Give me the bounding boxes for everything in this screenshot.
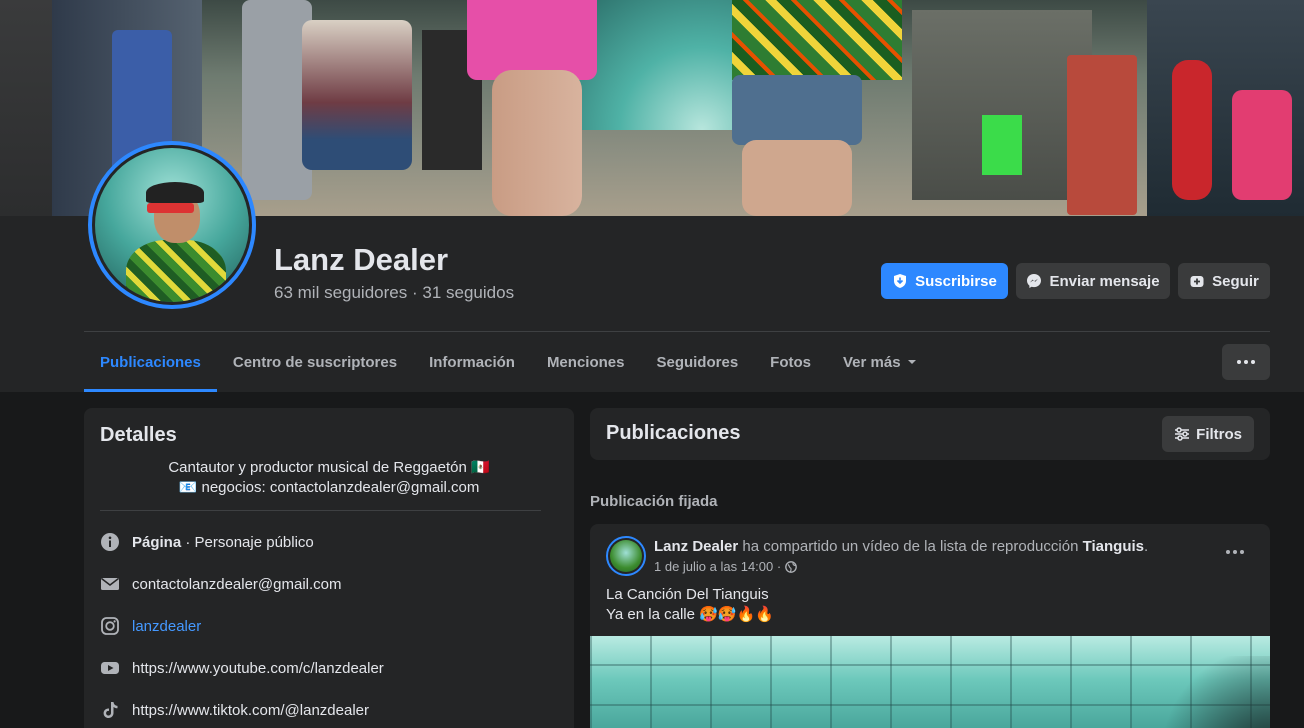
pinned-post: Lanz Dealer ha compartido un vídeo de la… [590,524,1270,728]
youtube-icon [100,658,120,678]
instagram-icon [100,616,120,636]
header-left-strip [0,0,52,216]
post-period: . [1144,538,1149,555]
filters-label: Filtros [1196,425,1242,443]
page-category: · Personaje público [181,533,314,551]
page-title: Lanz Dealer [274,242,449,277]
globe-icon [785,560,798,573]
page-category-row: Página · Personaje público [100,532,314,552]
filters-button[interactable]: Filtros [1162,416,1254,452]
youtube-row: https://www.youtube.com/c/lanzdealer [100,658,384,678]
shield-icon [894,274,907,288]
profile-tabs: Publicaciones Centro de suscriptores Inf… [84,332,933,392]
send-message-button[interactable]: Enviar mensaje [1016,263,1170,299]
posts-header-card: Publicaciones Filtros [590,408,1270,460]
messenger-icon [1027,274,1042,288]
tiktok-icon [100,700,120,720]
post-options-button[interactable] [1226,550,1244,554]
profile-avatar[interactable] [88,141,256,309]
tiktok-row: https://www.tiktok.com/@lanzdealer [100,700,369,720]
youtube-link[interactable]: https://www.youtube.com/c/lanzdealer [132,660,384,677]
email-text[interactable]: contactolanzdealer@gmail.com [132,576,342,593]
post-author-line: Lanz Dealer ha compartido un vídeo de la… [654,538,1148,555]
tab-centro-suscriptores[interactable]: Centro de suscriptores [217,332,413,392]
tab-seguidores[interactable]: Seguidores [640,332,754,392]
tab-fotos[interactable]: Fotos [754,332,827,392]
bio: Cantautor y productor musical de Reggaet… [100,458,558,498]
post-playlist-link[interactable]: Tianguis [1083,538,1144,555]
post-text: La Canción Del Tianguis Ya en la calle 🥵… [606,585,774,625]
post-text-line-2: Ya en la calle 🥵🥵🔥🔥 [606,606,774,623]
ver-mas-label: Ver más [842,353,901,371]
following-count[interactable]: 31 seguidos [422,283,514,302]
post-action-text: ha compartido un vídeo de la lista de re… [738,538,1083,555]
details-card: Detalles Cantautor y productor musical d… [84,408,574,728]
post-text-line-1: La Canción Del Tianguis [606,586,769,603]
post-author-avatar[interactable] [606,536,646,576]
info-icon [100,532,120,552]
more-options-button[interactable] [1222,344,1270,380]
caret-down-icon [907,360,916,364]
subscribe-label: Suscribirse [915,272,997,290]
post-meta: 1 de julio a las 14:00 · [654,559,798,574]
tiktok-link[interactable]: https://www.tiktok.com/@lanzdealer [132,702,369,719]
page-label: Página [132,533,182,551]
follow-button[interactable]: Seguir [1178,263,1270,299]
follow-icon [1190,276,1204,287]
follow-label: Seguir [1212,272,1259,290]
bio-line-1: Cantautor y productor musical de Reggaet… [168,459,490,476]
subscribe-button[interactable]: Suscribirse [881,263,1008,299]
message-label: Enviar mensaje [1049,272,1160,290]
instagram-link[interactable]: lanzdealer [132,618,201,635]
followers-count[interactable]: 63 mil seguidores [274,283,407,302]
tab-ver-mas[interactable]: Ver más [827,332,933,392]
tab-menciones[interactable]: Menciones [531,332,641,392]
sliders-icon [1175,427,1190,441]
email-icon [100,574,120,594]
email-row: contactolanzdealer@gmail.com [100,574,342,594]
instagram-row: lanzdealer [100,616,201,636]
pinned-post-label: Publicación fijada [590,493,718,510]
tab-publicaciones[interactable]: Publicaciones [84,332,217,392]
post-video-thumbnail[interactable] [590,636,1270,728]
bio-line-2: 📧 negocios: contactolanzdealer@gmail.com [178,479,480,496]
details-title: Detalles [100,424,177,446]
post-author-name[interactable]: Lanz Dealer [654,538,738,555]
posts-title: Publicaciones [606,422,741,444]
stats-separator: · [411,283,418,302]
tab-informacion[interactable]: Información [413,332,531,392]
post-timestamp[interactable]: 1 de julio a las 14:00 · [654,559,781,574]
details-divider [100,510,541,511]
follower-stats: 63 mil seguidores · 31 seguidos [274,283,514,303]
